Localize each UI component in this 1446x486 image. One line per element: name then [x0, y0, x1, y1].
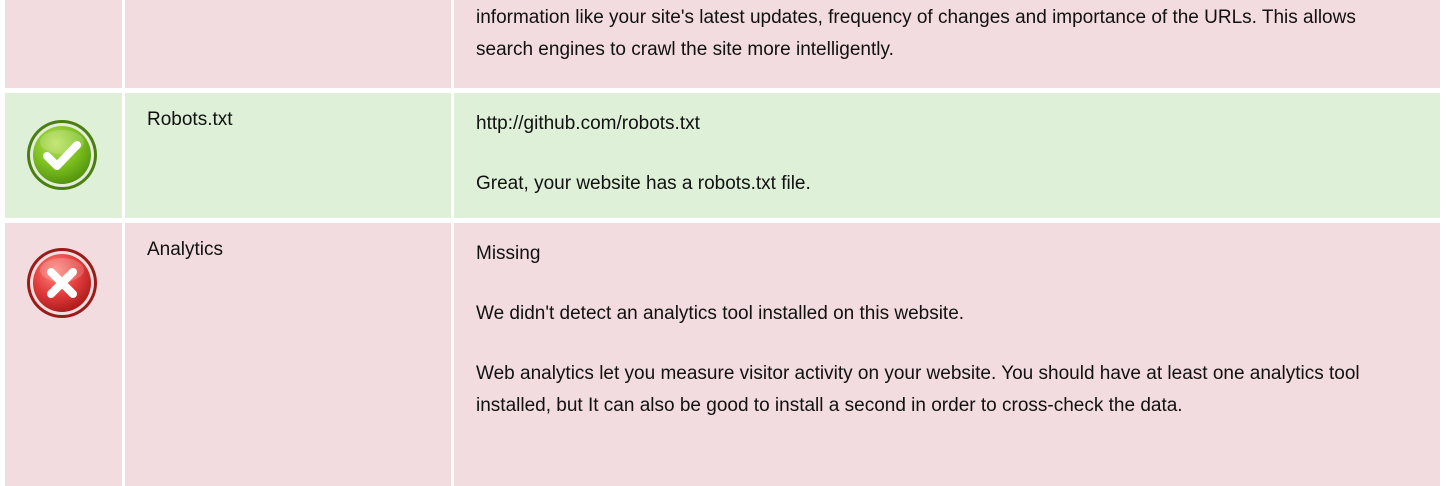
check-result-cell: information like your site's latest upda…: [454, 0, 1440, 88]
report-row-analytics: Analytics Missing We didn't detect an an…: [0, 223, 1446, 486]
check-circle-icon: [25, 118, 99, 192]
check-label-cell: [125, 0, 451, 88]
x-circle-icon: [25, 246, 99, 320]
report-row-sitemap: information like your site's latest upda…: [0, 0, 1446, 88]
result-text: information like your site's latest upda…: [476, 7, 1356, 60]
report-row-robots: Robots.txt http://github.com/robots.txt …: [0, 93, 1446, 218]
result-url: http://github.com/robots.txt: [476, 113, 700, 134]
check-label: Analytics: [147, 239, 224, 260]
seo-report-table: information like your site's latest upda…: [0, 0, 1446, 486]
check-result-cell: Missing We didn't detect an analytics to…: [454, 223, 1440, 486]
result-status: Missing: [476, 243, 541, 264]
check-label-cell: Analytics: [125, 223, 451, 486]
status-cell: [5, 223, 122, 486]
result-text: Great, your website has a robots.txt fil…: [476, 173, 811, 194]
result-advice: Web analytics let you measure visitor ac…: [476, 363, 1360, 416]
check-label-cell: Robots.txt: [125, 93, 451, 218]
status-cell: [5, 0, 122, 88]
check-label: Robots.txt: [147, 109, 233, 130]
check-result-cell: http://github.com/robots.txt Great, your…: [454, 93, 1440, 218]
result-text: We didn't detect an analytics tool insta…: [476, 303, 965, 324]
status-cell: [5, 93, 122, 218]
